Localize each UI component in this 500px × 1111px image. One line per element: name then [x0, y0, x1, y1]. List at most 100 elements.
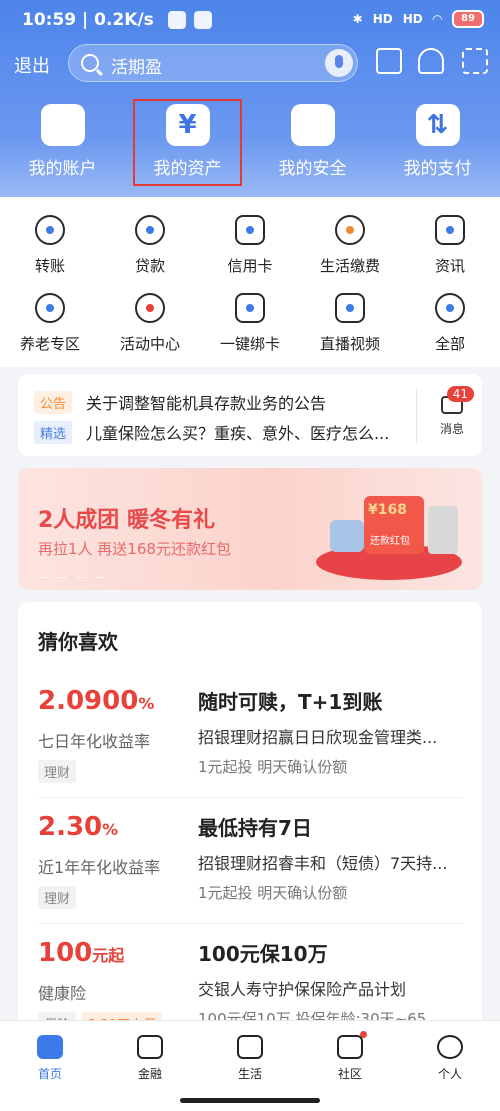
banner-pager: — — — — — [38, 572, 109, 583]
recommend-item[interactable]: 2.30% 近1年年化收益率 理财 最低持有7日 招银理财招睿丰和（短债）7天持… — [38, 798, 462, 924]
battery-icon: 89 — [452, 10, 484, 28]
home-icon — [37, 1035, 63, 1059]
header: 10:59 | 0.2K/s ✱ HD HD ◠ 89 退出 活期盈 我的账户 — [0, 0, 500, 197]
top-bar: 退出 活期盈 — [0, 44, 500, 84]
service-bind-card[interactable]: 一键绑卡 — [200, 293, 300, 371]
suitcase-image — [428, 506, 458, 554]
recommend-item[interactable]: 100元起 健康险 保险 3.39万人保 100元保10万 交银人寿守护保保险产… — [38, 924, 462, 1022]
home-indicator — [180, 1098, 320, 1103]
product-desc: 1元起投 明天确认份额 — [198, 758, 348, 776]
envelope-amount: ¥168 — [368, 502, 407, 518]
service-utility[interactable]: 生活缴费 — [300, 215, 400, 293]
recommend-card: 猜你喜欢 2.0900% 七日年化收益率 理财 随时可赎，T+1到账 招银理财招… — [18, 602, 482, 1022]
news-icon — [435, 215, 465, 245]
highlight-box — [133, 99, 242, 186]
message-count-badge: 41 — [446, 386, 474, 402]
service-credit-card[interactable]: 信用卡 — [200, 215, 300, 293]
services-panel: 转账 贷款 信用卡 生活缴费 资讯 养老专区 活动中心 一键绑卡 直播视频 全部 — [0, 197, 500, 367]
headset-icon[interactable] — [418, 48, 444, 74]
notification-icon — [194, 11, 212, 29]
all-icon — [435, 293, 465, 323]
profile-icon — [437, 1035, 463, 1059]
tab-home[interactable]: 首页 — [0, 1021, 100, 1111]
utility-icon — [335, 215, 365, 245]
tab-profile[interactable]: 个人 — [400, 1021, 500, 1111]
microphone-icon[interactable] — [325, 49, 353, 77]
logout-button[interactable]: 退出 — [14, 52, 50, 78]
status-time: 10:59 | 0.2K/s — [22, 10, 154, 30]
rate-label: 健康险 — [38, 984, 87, 1003]
search-input[interactable]: 活期盈 — [68, 44, 358, 82]
product-name: 招银理财招赢日日欣现金管理类... — [198, 728, 438, 747]
recommend-item[interactable]: 2.0900% 七日年化收益率 理财 随时可赎，T+1到账 招银理财招赢日日欣现… — [38, 672, 462, 798]
shopping-bag-icon — [237, 1035, 263, 1059]
pension-icon — [35, 293, 65, 323]
transfer-arrows-icon: ⇅ — [415, 104, 460, 146]
service-activity[interactable]: 活动中心 — [100, 293, 200, 371]
promo-banner[interactable]: 2人成团 暖冬有礼 再拉1人 再送168元还款红包 — — — — ¥168 还… — [18, 468, 482, 590]
live-tv-icon — [335, 293, 365, 323]
notice-text: 关于调整智能机具存款业务的公告 — [86, 394, 327, 413]
service-pension[interactable]: 养老专区 — [0, 293, 100, 371]
notice-card: 公告 关于调整智能机具存款业务的公告 精选 儿童保险怎么买？重疾、意外、医疗怎么… — [18, 374, 482, 456]
shield-icon — [290, 104, 335, 146]
wifi-icon: ◠ — [432, 12, 442, 26]
finance-icon — [137, 1035, 163, 1059]
status-bar: 10:59 | 0.2K/s ✱ HD HD ◠ 89 — [0, 0, 500, 40]
scan-code-icon[interactable] — [376, 48, 402, 74]
rice-cooker-image — [330, 520, 364, 552]
notice-row-featured[interactable]: 精选 儿童保险怎么买？重疾、意外、医疗怎么... — [34, 420, 389, 444]
services-grid: 转账 贷款 信用卡 生活缴费 资讯 养老专区 活动中心 一键绑卡 直播视频 全部 — [0, 197, 500, 371]
chat-icon — [337, 1035, 363, 1059]
product-name: 招银理财招睿丰和（短债）7天持... — [198, 854, 448, 873]
product-title: 最低持有7日 — [198, 816, 312, 840]
rate-value: 2.0900% — [38, 686, 155, 716]
service-loan[interactable]: 贷款 — [100, 215, 200, 293]
red-envelope-image: ¥168 还款红包 — [364, 496, 424, 554]
credit-card-icon — [235, 215, 265, 245]
banner-subtitle: 再拉1人 再送168元还款红包 — [38, 540, 231, 558]
balloon-icon — [135, 293, 165, 323]
notice-row-announcement[interactable]: 公告 关于调整智能机具存款业务的公告 — [34, 390, 326, 414]
quick-label: 我的安全 — [278, 159, 347, 179]
rate-label: 近1年年化收益率 — [38, 858, 161, 877]
message-label: 消息 — [439, 422, 464, 436]
product-desc: 1元起投 明天确认份额 — [198, 884, 348, 902]
quick-my-account[interactable]: 我的账户 — [0, 104, 125, 184]
product-title: 100元保10万 — [198, 942, 328, 966]
rate-label: 七日年化收益率 — [38, 732, 151, 751]
quick-label: 我的账户 — [28, 159, 97, 179]
notice-tag: 公告 — [34, 390, 73, 414]
product-tag: 理财 — [38, 760, 77, 783]
product-tag: 理财 — [38, 886, 77, 909]
product-title: 随时可赎，T+1到账 — [198, 690, 383, 714]
transfer-icon — [35, 215, 65, 245]
recommend-title: 猜你喜欢 — [38, 630, 118, 654]
divider — [416, 388, 417, 444]
signal-hd-label: HD — [372, 12, 393, 26]
envelope-text: 还款红包 — [370, 536, 410, 547]
service-transfer[interactable]: 转账 — [0, 215, 100, 293]
signal-hd-label: HD — [402, 12, 423, 26]
rate-value: 2.30% — [38, 812, 119, 842]
search-icon — [81, 54, 99, 72]
service-news[interactable]: 资讯 — [400, 215, 500, 293]
quick-my-payment[interactable]: ⇅ 我的支付 — [375, 104, 500, 184]
search-text: 活期盈 — [111, 58, 162, 78]
bind-card-icon — [235, 293, 265, 323]
quick-my-security[interactable]: 我的安全 — [250, 104, 375, 184]
scan-icon[interactable] — [462, 48, 488, 74]
bluetooth-icon: ✱ — [352, 12, 363, 26]
banner-title: 2人成团 暖冬有礼 — [38, 508, 215, 533]
message-button[interactable]: 消息 41 — [430, 386, 474, 437]
quick-label: 我的支付 — [403, 159, 472, 179]
service-live-video[interactable]: 直播视频 — [300, 293, 400, 371]
unread-dot — [360, 1031, 367, 1038]
status-right-icons: ✱ HD HD ◠ 89 — [353, 10, 484, 28]
notice-tag: 精选 — [34, 420, 73, 444]
loan-icon — [135, 215, 165, 245]
rate-value: 100元起 — [38, 938, 125, 968]
service-all[interactable]: 全部 — [400, 293, 500, 371]
product-name: 交银人寿守护保保险产品计划 — [198, 980, 407, 999]
status-app-icons — [168, 11, 212, 29]
